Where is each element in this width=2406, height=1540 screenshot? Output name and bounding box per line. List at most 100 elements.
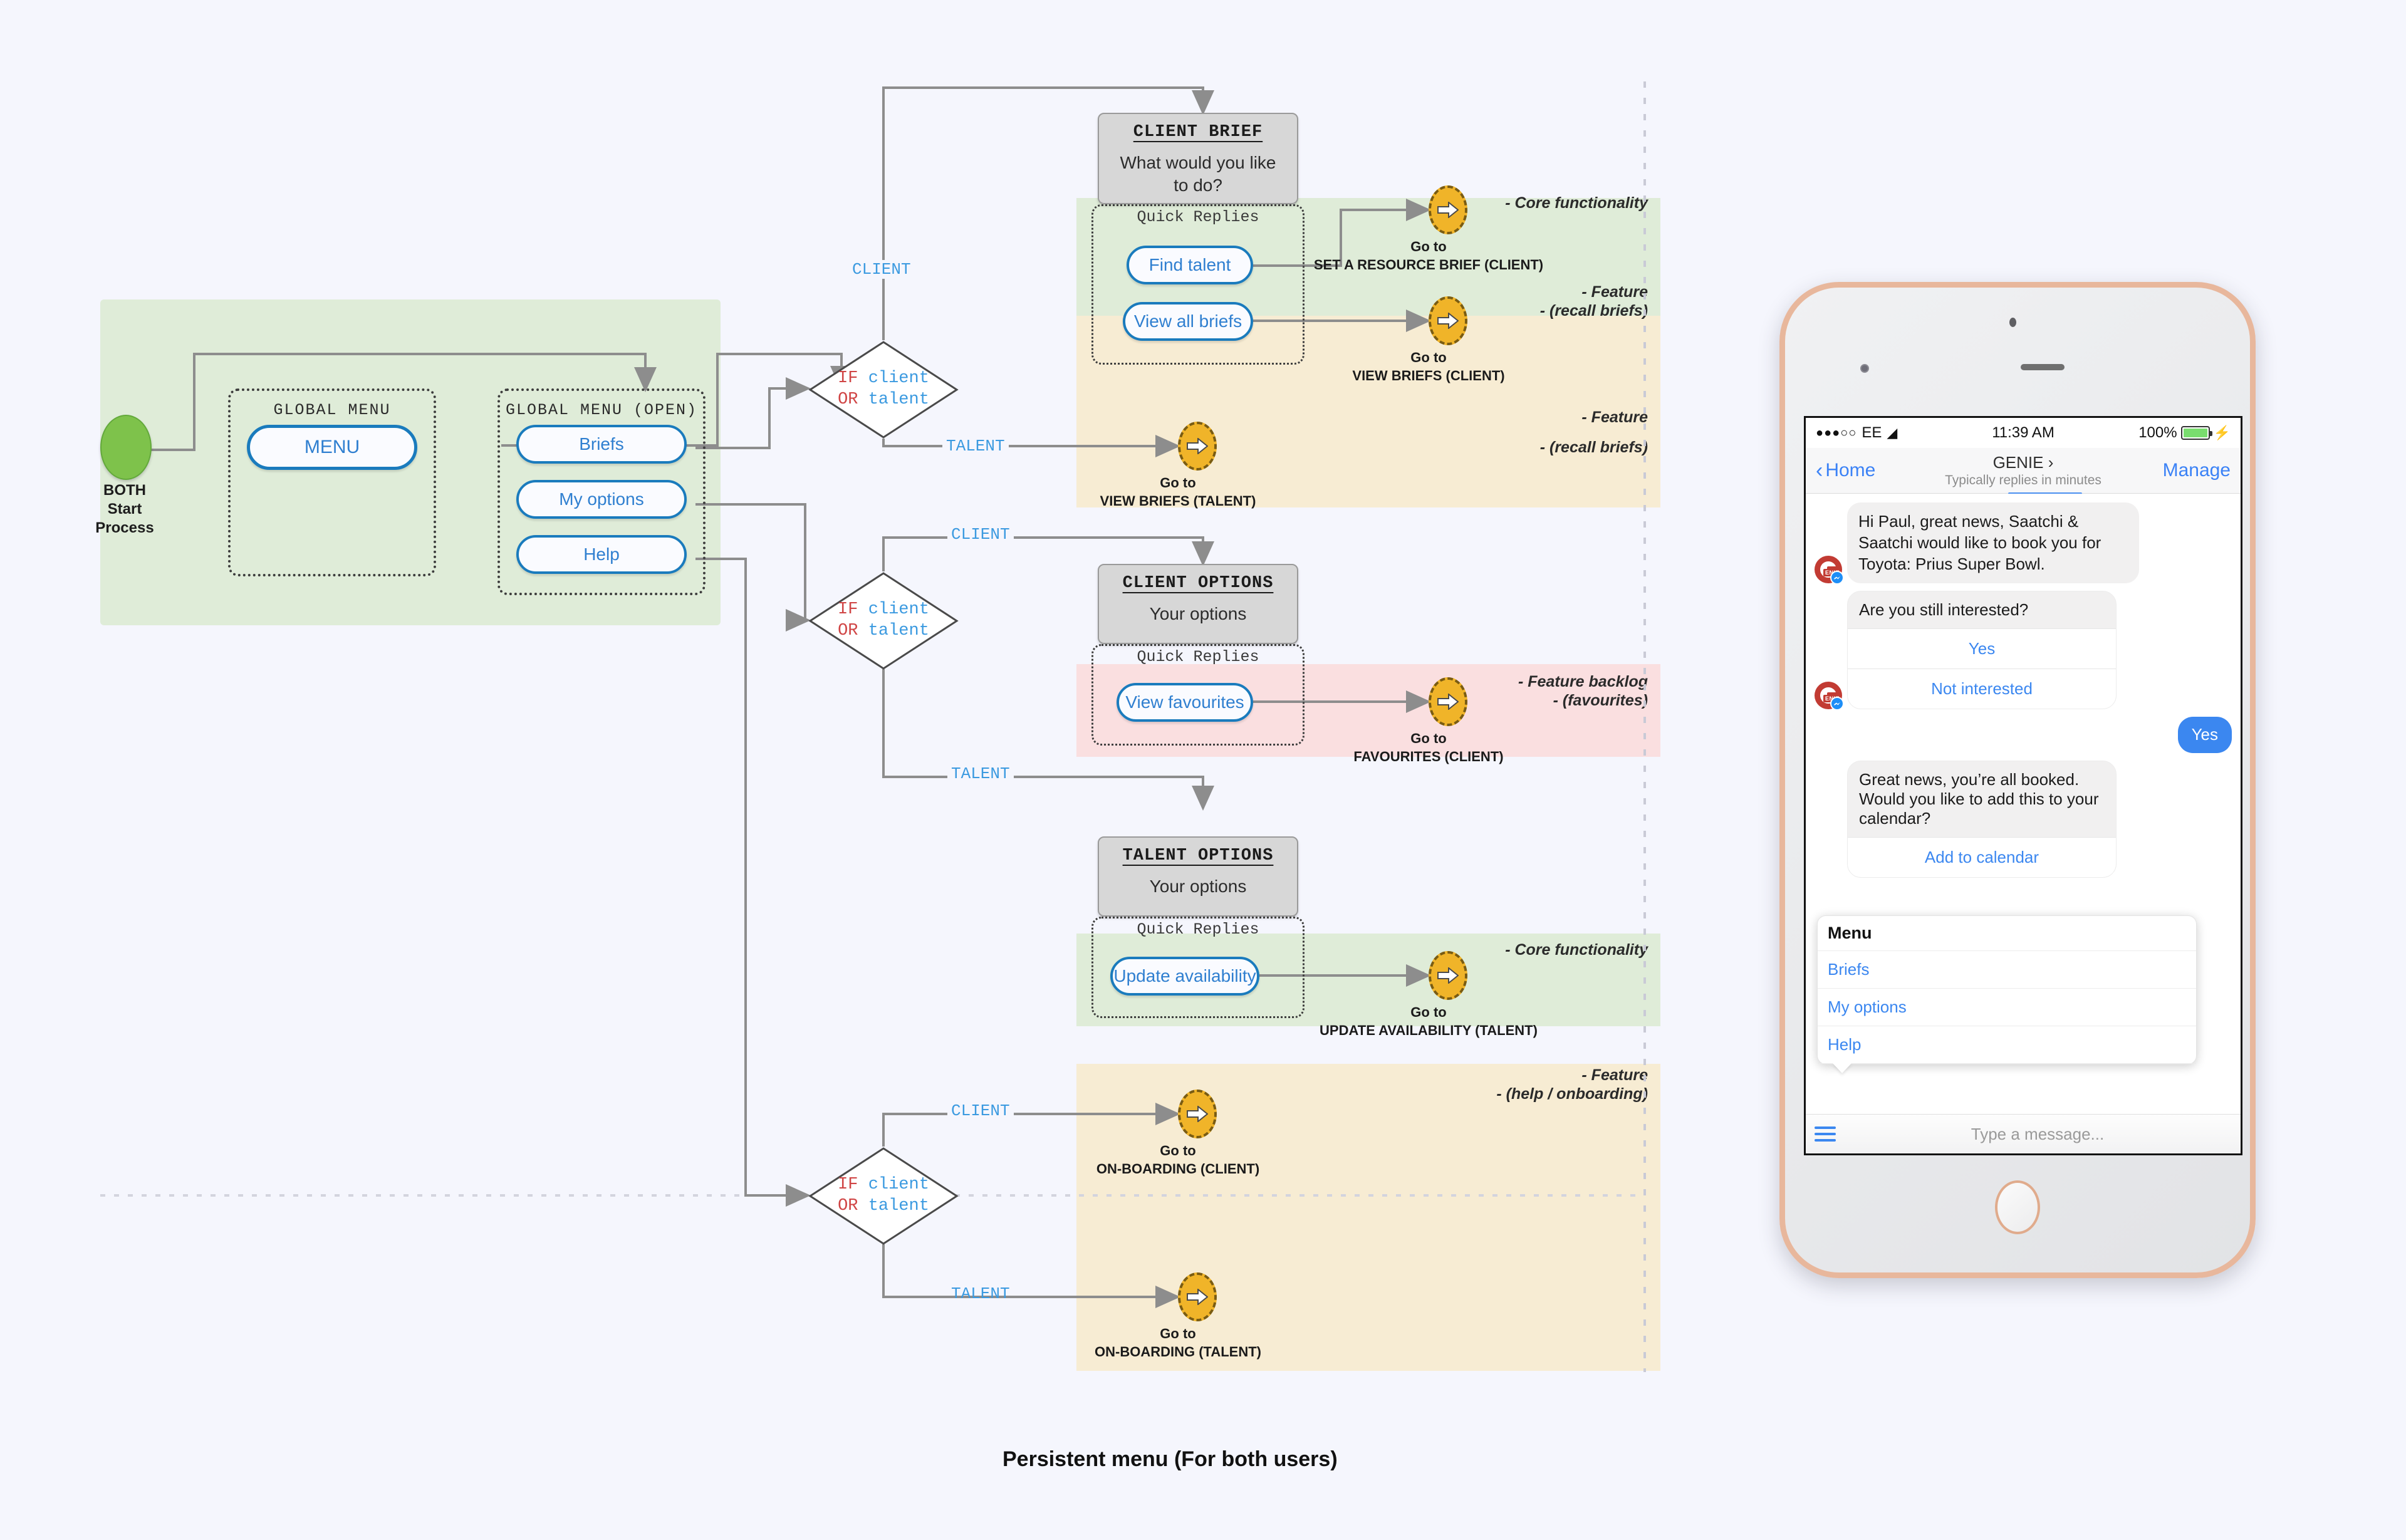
goto-icon-view-briefs-talent [1178,422,1217,471]
chevron-left-icon: ‹ [1816,459,1823,482]
goto-target: UPDATE AVAILABILITY (TALENT) [1320,1022,1538,1038]
chat-button-card-calendar: Great news, you’re all booked. Would you… [1847,761,2117,878]
decision-if-2: IF [838,600,858,620]
back-home-label: Home [1825,460,1876,481]
chat-row-bot-1: ENIE Hi Paul, great news, Saatchi & Saat… [1815,502,2232,585]
decision-text-2: IF client OR talent [808,571,959,670]
start-process-label: BOTH Start Process [62,481,187,538]
messenger-badge-icon [1830,571,1844,585]
goto-target: VIEW BRIEFS (TALENT) [1100,492,1256,509]
decision-talent-1: talent [868,390,929,409]
manage-button[interactable]: Manage [2163,460,2231,481]
group-global-menu-title: GLOBAL MENU [273,401,391,419]
genie-avatar: ENIE [1815,556,1844,585]
message-input[interactable]: Type a message... [1843,1125,2232,1144]
proximity-sensor-icon [2009,318,2016,327]
band-note-help-a: - Feature [1581,1066,1648,1084]
quick-reply-find-talent[interactable]: Find talent [1127,246,1253,284]
edge-label-client-2: CLIENT [947,525,1014,544]
persistent-menu-popup: Menu Briefs My options Help [1817,915,2197,1073]
band-note-feature-recall-upper-a: - Feature [1581,283,1648,301]
goto-target: VIEW BRIEFS (CLIENT) [1352,367,1505,383]
goto-icon-view-briefs-client [1429,296,1467,345]
goto-label-update-availability-talent: Go to UPDATE AVAILABILITY (TALENT) [1320,1004,1538,1039]
back-home-button[interactable]: ‹ Home [1816,460,1875,481]
persistent-menu-item-help[interactable]: Help [1818,1026,2196,1064]
decision-client-2: client [868,600,929,620]
quick-replies-label-talent-options: Quick Replies [1137,920,1259,939]
decision-or-2: OR [838,622,858,640]
decision-client-or-talent-1: IF client OR talent [808,340,959,439]
goto-icon-onboarding-talent [1178,1272,1217,1321]
persistent-menu-item-my-options[interactable]: My options [1818,989,2196,1026]
band-note-feature-recall-lower-b: - (recall briefs) [1539,439,1648,456]
group-global-menu-open-title: GLOBAL MENU (OPEN) [505,401,698,419]
goto-prefix: Go to [1410,239,1447,254]
start-label-line1: BOTH [103,482,146,499]
carrier-name: EE [1862,424,1882,441]
chat-option-add-to-calendar[interactable]: Add to calendar [1848,837,2116,878]
card-client-options-body: Your options [1149,604,1247,623]
chevron-right-icon: › [2048,453,2054,472]
signal-strength-icon: ●●●○○ [1816,425,1857,440]
goto-icon-onboarding-client [1178,1090,1217,1138]
goto-prefix: Go to [1160,1143,1196,1158]
card-client-options-title: CLIENT OPTIONS [1122,574,1274,593]
decision-text-3: IF client OR talent [808,1147,959,1246]
chat-navbar: ‹ Home GENIE › Typically replies in minu… [1806,448,2241,495]
persistent-menu-item-briefs[interactable]: Briefs [1818,951,2196,989]
quick-replies-label-client-brief: Quick Replies [1137,208,1259,226]
decision-client-1: client [868,369,929,388]
home-button[interactable] [1995,1180,2040,1234]
decision-client-3: client [868,1175,929,1195]
card-talent-options-title: TALENT OPTIONS [1122,846,1274,865]
goto-label-onboarding-talent: Go to ON-BOARDING (TALENT) [1095,1325,1261,1361]
card-client-brief: CLIENT BRIEF What would you like to do? [1098,113,1298,204]
menu-item-briefs[interactable]: Briefs [516,425,687,464]
chat-row-bot-2: ENIE Are you still interested? Yes Not i… [1815,591,2232,711]
menu-button[interactable]: MENU [247,425,417,470]
start-process-node [100,415,152,480]
persistent-menu-tail [1833,1063,1851,1073]
page-caption: Persistent menu (For both users) [1002,1447,1338,1471]
goto-target: ON-BOARDING (CLIENT) [1096,1160,1260,1177]
menu-item-help[interactable]: Help [516,535,687,574]
hamburger-icon[interactable] [1815,1123,1836,1145]
goto-target: FAVOURITES (CLIENT) [1353,748,1504,764]
decision-client-or-talent-2: IF client OR talent [808,571,959,670]
menu-item-my-options[interactable]: My options [516,480,687,519]
group-global-menu: GLOBAL MENU [228,388,436,576]
goto-icon-favourites-client [1429,677,1467,726]
quick-reply-update-availability[interactable]: Update availability [1110,957,1259,996]
edge-label-client-1: CLIENT [848,260,915,279]
front-camera-icon [1860,364,1869,373]
wifi-icon: ◢ [1887,425,1898,440]
chat-title: GENIE [1992,453,2044,472]
goto-icon-set-a-resource-brief [1429,185,1467,234]
decision-client-or-talent-3: IF client OR talent [808,1147,959,1246]
decision-talent-2: talent [868,622,929,640]
quick-reply-view-favourites[interactable]: View favourites [1117,683,1253,722]
goto-label-view-briefs-client: Go to VIEW BRIEFS (CLIENT) [1352,349,1504,385]
chat-option-yes[interactable]: Yes [1848,628,2116,669]
edge-label-talent-2: TALENT [947,764,1014,783]
chat-button-card-question-2: Great news, you’re all booked. Would you… [1848,761,2116,838]
chat-bubble-bot-1: Hi Paul, great news, Saatchi & Saatchi w… [1847,502,2139,584]
phone-screen: ●●●○○ EE ◢ 11:39 AM 100% ⚡ ‹ Home GENIE … [1804,416,2242,1155]
decision-talent-3: talent [868,1197,929,1215]
band-note-help-b: - (help / onboarding) [1496,1085,1648,1103]
decision-if-1: IF [838,369,858,388]
chat-option-not-interested[interactable]: Not interested [1848,669,2116,709]
edge-label-client-3: CLIENT [947,1101,1014,1120]
card-talent-options: TALENT OPTIONS Your options [1098,836,1298,917]
goto-label-set-a-resource-brief: Go to SET A RESOURCE BRIEF (CLIENT) [1314,238,1543,274]
edge-label-talent-1: TALENT [942,437,1009,455]
goto-label-view-briefs-talent: Go to VIEW BRIEFS (TALENT) [1100,474,1256,510]
goto-label-onboarding-client: Go to ON-BOARDING (CLIENT) [1096,1142,1259,1178]
chat-row-user-1: Yes [1815,717,2232,754]
quick-reply-view-all-briefs[interactable]: View all briefs [1123,302,1253,341]
status-bar: ●●●○○ EE ◢ 11:39 AM 100% ⚡ [1806,418,2241,448]
goto-prefix: Go to [1410,350,1447,365]
persistent-menu-header: Menu [1818,916,2196,951]
charging-bolt-icon: ⚡ [2213,425,2231,440]
